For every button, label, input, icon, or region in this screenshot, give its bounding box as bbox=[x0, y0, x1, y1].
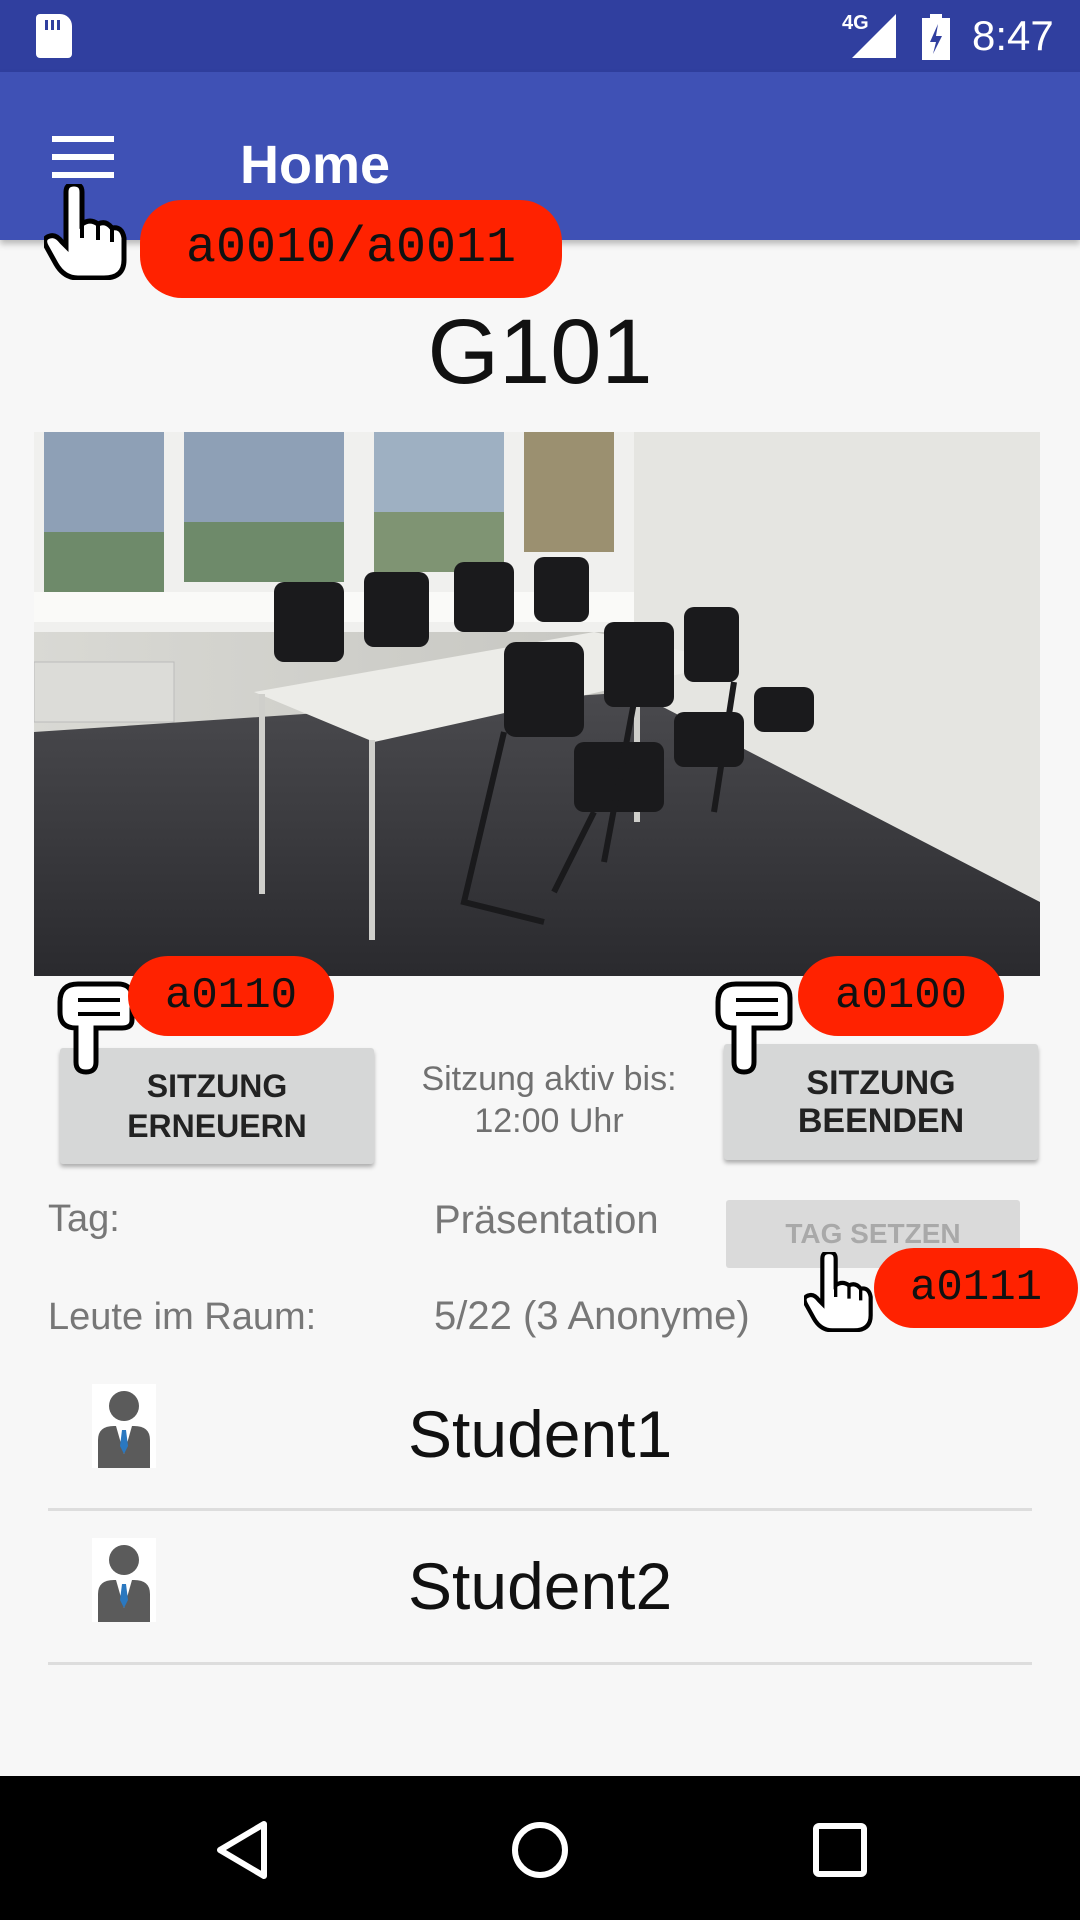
student-name: Student2 bbox=[408, 1549, 673, 1623]
student-avatar-icon bbox=[92, 1538, 156, 1622]
annotation-end: a0100 bbox=[798, 956, 1004, 1036]
session-status-time: 12:00 Uhr bbox=[474, 1102, 624, 1140]
tag-value: Präsentation bbox=[434, 1198, 659, 1242]
session-status-label: Sitzung aktiv bis: bbox=[421, 1060, 677, 1098]
people-in-room-label: Leute im Raum: bbox=[48, 1296, 317, 1338]
room-photo bbox=[34, 432, 1040, 976]
session-status: Sitzung aktiv bis: 12:00 Uhr bbox=[386, 1058, 712, 1142]
student-list-item[interactable]: Student2 bbox=[48, 1510, 1032, 1665]
app-title: Home bbox=[240, 135, 391, 195]
recents-icon[interactable] bbox=[812, 1822, 868, 1878]
signal-icon bbox=[852, 14, 896, 58]
room-title: G101 bbox=[427, 301, 653, 403]
tap-hand-icon bbox=[715, 981, 793, 1075]
navigation-bar bbox=[0, 1776, 1080, 1920]
tap-hand-icon bbox=[44, 184, 127, 280]
back-icon[interactable] bbox=[214, 1820, 270, 1880]
menu-icon[interactable] bbox=[52, 136, 114, 178]
tap-hand-icon bbox=[804, 1252, 873, 1332]
student-name: Student1 bbox=[408, 1397, 673, 1471]
clock: 8:47 bbox=[972, 12, 1054, 59]
home-icon[interactable] bbox=[510, 1820, 570, 1880]
annotation-tag: a0111 bbox=[874, 1248, 1078, 1328]
battery-charging-icon bbox=[922, 14, 950, 60]
annotation-renew: a0110 bbox=[128, 956, 334, 1036]
sd-card-icon bbox=[36, 14, 72, 58]
student-list-item[interactable]: Student1 bbox=[48, 1356, 1032, 1511]
annotation-menu: a0010/a0011 bbox=[140, 200, 562, 298]
student-avatar-icon bbox=[92, 1384, 156, 1468]
tag-label: Tag: bbox=[48, 1198, 120, 1240]
people-in-room-value: 5/22 (3 Anonyme) bbox=[434, 1294, 750, 1338]
status-bar: 4G 8:47 bbox=[0, 0, 1080, 72]
